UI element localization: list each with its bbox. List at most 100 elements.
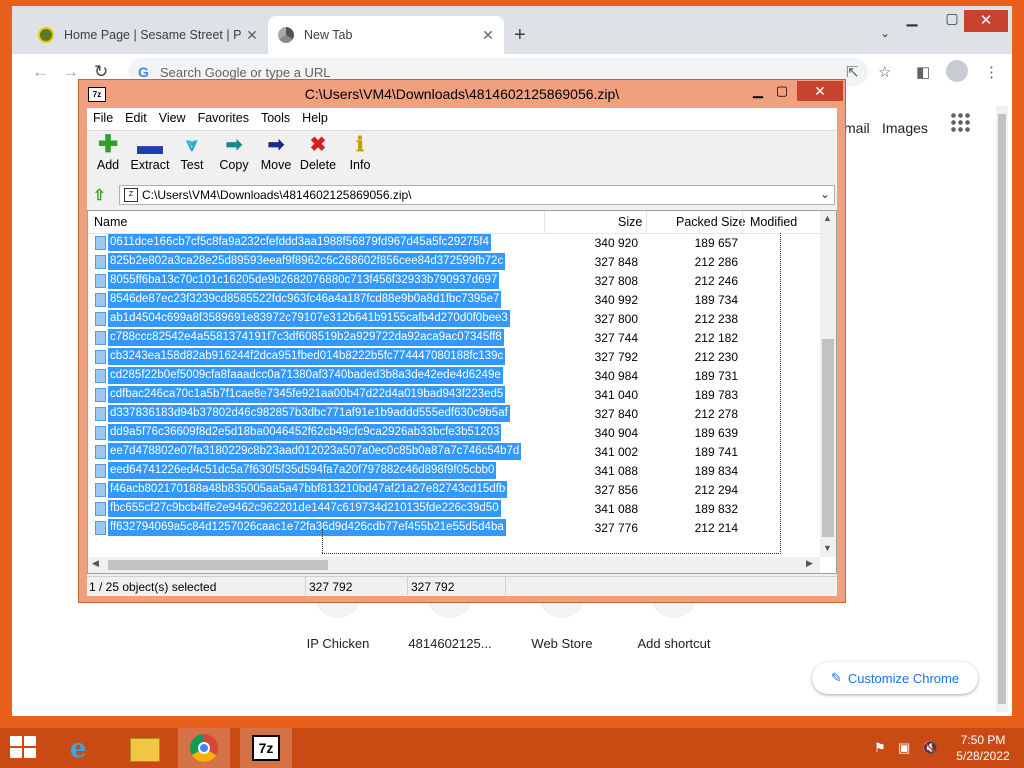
status-packed: 327 792: [411, 580, 455, 594]
test-button[interactable]: ⩔ Test: [169, 132, 215, 180]
test-icon: ⩔: [186, 134, 198, 156]
forward-arrow-icon[interactable]: →: [62, 62, 79, 82]
column-size[interactable]: Size: [618, 215, 642, 229]
menu-edit[interactable]: Edit: [119, 108, 153, 125]
customize-label: Customize Chrome: [847, 670, 960, 686]
menu-help[interactable]: Help: [296, 108, 334, 125]
start-button[interactable]: [10, 736, 38, 760]
minimize-icon[interactable]: ▁: [745, 83, 771, 99]
customize-chrome-button[interactable]: ✎ Customize Chrome: [812, 662, 978, 694]
rubber-band-selection: [322, 233, 781, 554]
system-clock[interactable]: 7:50 PM 5/28/2022: [948, 732, 1018, 764]
file-list[interactable]: Name Size Packed Size Modified ff6327940…: [87, 210, 837, 574]
delete-label: Delete: [299, 158, 337, 172]
shortcut-ipchicken[interactable]: IP Chicken: [282, 636, 394, 651]
add-button[interactable]: ✚ Add: [85, 132, 131, 180]
tab-sesame-street[interactable]: Home Page | Sesame Street | PBS ✕: [28, 16, 268, 54]
internet-explorer-icon: e: [70, 734, 87, 764]
file-rows: ff632794069a5c84d1257026caac1e72fa36d9d4…: [88, 233, 820, 557]
new-tab-button[interactable]: +: [514, 24, 526, 47]
back-arrow-icon[interactable]: ←: [32, 62, 49, 82]
clock-date: 5/28/2022: [956, 749, 1010, 763]
google-apps-icon[interactable]: [950, 112, 970, 132]
chrome-icon: [190, 734, 218, 762]
images-link[interactable]: Images: [882, 120, 928, 136]
volume-muted-icon[interactable]: 🔇: [922, 740, 938, 756]
scroll-right-icon[interactable]: ▶: [806, 558, 813, 569]
info-button[interactable]: ℹ Info: [337, 132, 383, 180]
file-icon: [95, 236, 106, 250]
tab-new-tab[interactable]: New Tab ✕: [268, 16, 504, 54]
file-icon: [95, 464, 106, 478]
taskbar-7zip[interactable]: 7z: [240, 728, 292, 768]
page-scrollbar[interactable]: [996, 106, 1008, 712]
bookmark-star-icon[interactable]: ☆: [878, 63, 891, 81]
tab-search-chevron-icon[interactable]: ⌄: [880, 26, 890, 40]
address-field[interactable]: Z C:\Users\VM4\Downloads\481460212586905…: [119, 185, 835, 205]
copy-icon: ➡: [225, 134, 243, 156]
window-close-icon[interactable]: ✕: [964, 10, 1008, 32]
shortcut-webstore[interactable]: Web Store: [506, 636, 618, 651]
action-center-flag-icon[interactable]: ⚑: [874, 740, 886, 756]
status-selection: 1 / 25 object(s) selected: [89, 580, 217, 594]
more-menu-icon[interactable]: ⋮: [984, 63, 999, 81]
column-name[interactable]: Name: [94, 215, 127, 229]
taskbar-file-explorer[interactable]: [116, 728, 168, 768]
close-tab-icon[interactable]: ✕: [242, 27, 262, 44]
extract-button[interactable]: ▬ Extract: [127, 132, 173, 180]
file-icon: [95, 350, 106, 364]
minimize-icon[interactable]: ▁: [892, 10, 932, 27]
share-icon[interactable]: ⇱: [846, 63, 859, 81]
close-tab-icon[interactable]: ✕: [478, 27, 498, 44]
sevenzip-window: 7z C:\Users\VM4\Downloads\48146021258690…: [78, 79, 846, 603]
extract-icon: ▬: [137, 130, 163, 160]
list-horizontal-scrollbar[interactable]: ◀ ▶: [88, 557, 820, 573]
column-modified[interactable]: Modified: [750, 215, 797, 229]
gmail-link[interactable]: mail: [844, 120, 870, 136]
file-icon: [95, 445, 106, 459]
maximize-icon[interactable]: ▢: [769, 83, 795, 99]
side-panel-icon[interactable]: ◧: [916, 63, 930, 81]
folder-up-icon[interactable]: ⇧: [93, 186, 109, 204]
archive-icon: Z: [124, 188, 138, 202]
taskbar-chrome[interactable]: [178, 728, 230, 768]
scroll-thumb[interactable]: [822, 339, 834, 537]
profile-avatar[interactable]: [946, 60, 968, 82]
address-bar: ⇧ Z C:\Users\VM4\Downloads\4814602125869…: [87, 182, 837, 208]
address-text: C:\Users\VM4\Downloads\4814602125869056.…: [142, 188, 412, 202]
menu-file[interactable]: File: [87, 108, 119, 125]
file-icon: [95, 502, 106, 516]
column-packed-size[interactable]: Packed Size: [676, 215, 745, 229]
network-icon[interactable]: ▣: [898, 740, 910, 756]
menu-tools[interactable]: Tools: [255, 108, 296, 125]
menu-favorites[interactable]: Favorites: [192, 108, 255, 125]
file-icon: [95, 426, 106, 440]
file-icon: [95, 331, 106, 345]
file-icon: [95, 407, 106, 421]
file-explorer-icon: [130, 738, 160, 762]
window-close-icon[interactable]: ✕: [797, 81, 843, 101]
clock-time: 7:50 PM: [960, 733, 1006, 747]
scroll-left-icon[interactable]: ◀: [92, 558, 99, 569]
file-icon: [95, 293, 106, 307]
sevenzip-titlebar[interactable]: 7z C:\Users\VM4\Downloads\48146021258690…: [79, 80, 845, 108]
shortcut-file[interactable]: 4814602125...: [394, 636, 506, 651]
list-header: Name Size Packed Size Modified: [88, 211, 820, 234]
scroll-down-icon[interactable]: ▼: [823, 543, 832, 553]
shortcut-add[interactable]: Add shortcut: [618, 636, 730, 651]
delete-button[interactable]: ✖ Delete: [295, 132, 341, 180]
pencil-icon: ✎: [830, 670, 842, 685]
chrome-favicon-icon: [278, 27, 294, 43]
add-label: Add: [96, 158, 120, 172]
scroll-up-icon[interactable]: ▲: [823, 213, 832, 223]
rubber-band-selection-edge: [322, 529, 324, 553]
scroll-thumb[interactable]: [108, 560, 328, 570]
chevron-down-icon[interactable]: ⌄: [820, 187, 830, 201]
move-button[interactable]: ➡ Move: [253, 132, 299, 180]
copy-button[interactable]: ➡ Copy: [211, 132, 257, 180]
move-label: Move: [260, 158, 292, 172]
sevenzip-client: File Edit View Favorites Tools Help ✚ Add ▬ E…: [87, 108, 837, 596]
menu-view[interactable]: View: [153, 108, 192, 125]
list-vertical-scrollbar[interactable]: ▲ ▼: [820, 211, 836, 557]
taskbar-internet-explorer[interactable]: e: [56, 728, 108, 768]
